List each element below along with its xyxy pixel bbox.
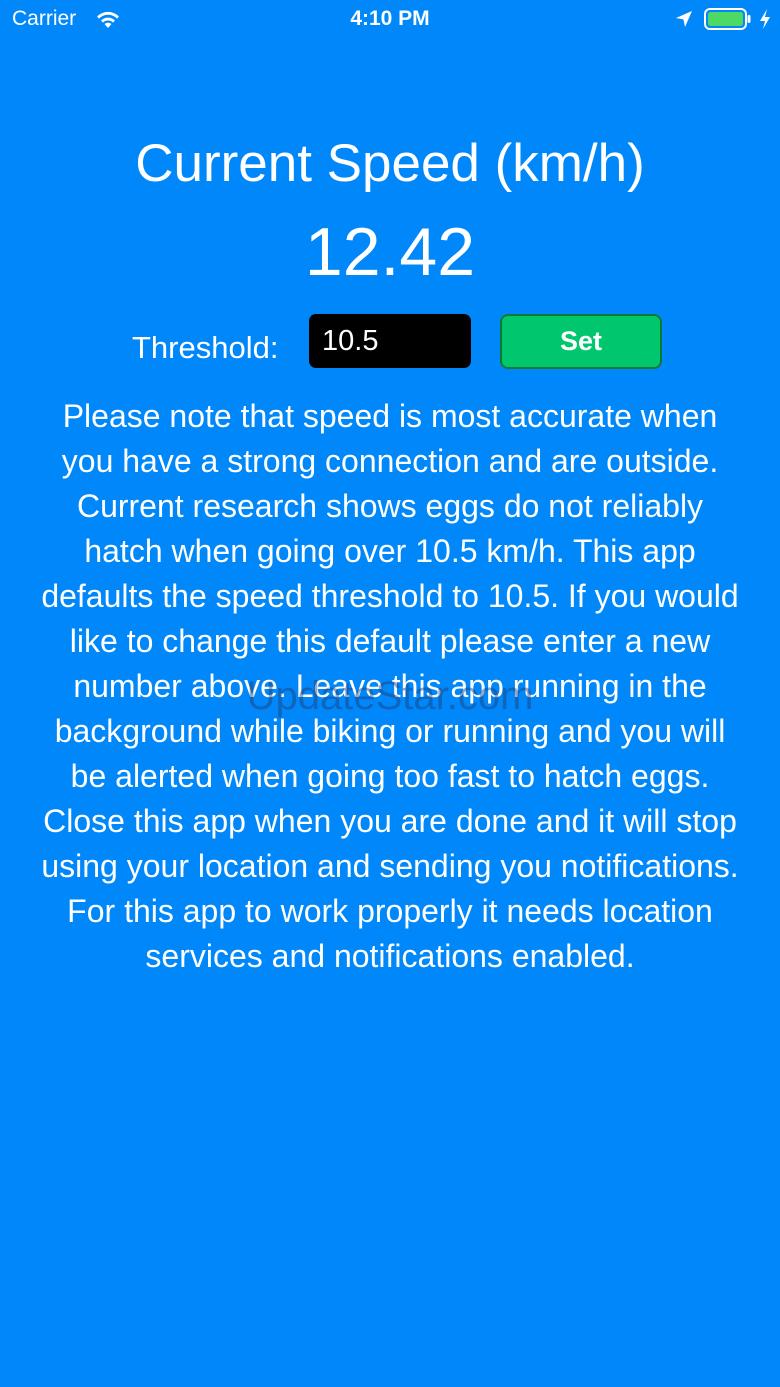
threshold-input[interactable]: 10.5 — [309, 314, 471, 368]
location-icon — [676, 11, 692, 27]
clock: 4:10 PM — [350, 7, 430, 30]
charge-icon — [760, 9, 770, 29]
page-title: Current Speed (km/h) — [135, 134, 645, 193]
battery-icon — [704, 8, 751, 30]
info-note: Please note that speed is most accurate … — [41, 398, 739, 974]
current-speed-value: 12.42 — [304, 214, 476, 290]
set-button[interactable]: Set — [500, 314, 662, 369]
threshold-label: Threshold: — [132, 330, 279, 365]
status-bar: Carrier 4:10 PM — [0, 0, 780, 40]
